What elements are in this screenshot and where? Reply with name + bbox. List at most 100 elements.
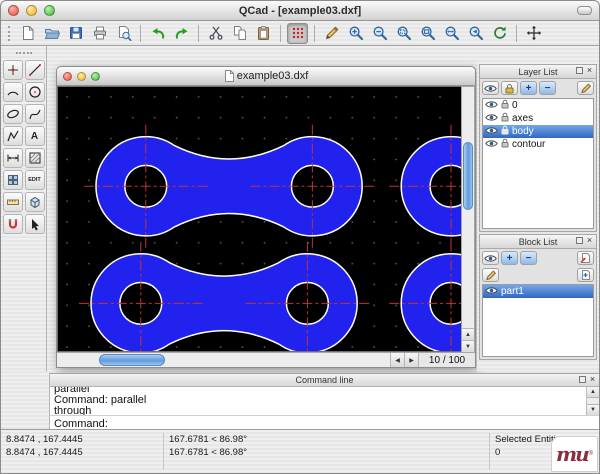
layer-panel-close-button[interactable]: × [585, 66, 594, 75]
layer-row-selected[interactable]: body [483, 125, 593, 138]
scroll-left-button[interactable]: ◀ [391, 353, 405, 367]
block-visibility-button[interactable] [482, 251, 499, 265]
add-block-button[interactable]: + [501, 251, 518, 265]
block-list: part1 [482, 284, 594, 357]
drawing-minimize-button[interactable] [77, 72, 86, 81]
spline-tool-button[interactable] [25, 104, 45, 124]
measure-tool-button[interactable] [3, 192, 23, 212]
edit-block-button[interactable] [482, 268, 499, 282]
zoom-in-button[interactable] [345, 23, 366, 44]
print-button[interactable] [89, 23, 110, 44]
print-preview-button[interactable] [113, 23, 134, 44]
copy-button[interactable] [229, 23, 250, 44]
block-eye-icon[interactable] [485, 286, 498, 298]
zoom-window-button[interactable] [44, 5, 55, 16]
line-icon [28, 63, 42, 77]
layer-row[interactable]: axes [483, 112, 593, 125]
block-tool-button[interactable] [25, 192, 45, 212]
toolbar-drag-handle[interactable] [8, 26, 11, 41]
command-history[interactable]: parallel Command: parallel through ▲ ▼ [50, 387, 599, 416]
zoom-window-button[interactable] [417, 23, 438, 44]
command-scroll-down-button[interactable]: ▼ [587, 404, 599, 415]
layer-panel-float-button[interactable] [576, 67, 583, 74]
drawing-zoom-button[interactable] [91, 72, 100, 81]
create-block-button[interactable] [577, 268, 594, 282]
toolbar-toggle-button[interactable] [577, 6, 592, 15]
polyline-tool-button[interactable] [3, 126, 23, 146]
drawing-window[interactable]: example03.dxf [56, 66, 476, 368]
circle-tool-button[interactable] [25, 82, 45, 102]
vertical-scrollbar-thumb[interactable] [463, 142, 473, 210]
layer-eye-icon[interactable] [485, 139, 498, 151]
move-view-button[interactable] [523, 23, 544, 44]
save-file-button[interactable] [65, 23, 86, 44]
text-tool-button[interactable]: A [25, 126, 45, 146]
remove-layer-button[interactable]: − [539, 81, 556, 95]
redo-button[interactable] [171, 23, 192, 44]
palette-drag-handle[interactable] [16, 52, 32, 55]
new-file-button[interactable] [17, 23, 38, 44]
close-window-button[interactable] [8, 5, 19, 16]
command-panel-float-button[interactable] [579, 376, 586, 383]
window-titlebar[interactable]: QCad - [example03.dxf] [1, 1, 599, 21]
layer-lock-icon[interactable] [501, 138, 509, 151]
select-tool-button[interactable] [25, 214, 45, 234]
hatch-tool-button[interactable] [25, 148, 45, 168]
vertical-scrollbar[interactable]: ▲ ▼ [461, 86, 475, 352]
drawing-window-titlebar[interactable]: example03.dxf [57, 67, 475, 86]
layer-lock-icon[interactable] [501, 125, 509, 138]
layer-lock-icon[interactable] [501, 99, 509, 112]
arc-tool-button[interactable] [3, 82, 23, 102]
drawing-close-button[interactable] [63, 72, 72, 81]
text-tool-icon: A [31, 131, 38, 142]
dimension-tool-button[interactable] [3, 148, 23, 168]
layer-row[interactable]: 0 [483, 99, 593, 112]
drawing-canvas[interactable] [57, 86, 461, 352]
scroll-right-button[interactable]: ▶ [405, 353, 419, 367]
point-tool-button[interactable] [3, 60, 23, 80]
command-line-header[interactable]: Command line × [50, 374, 599, 387]
selected-entities-value: 0 [495, 447, 500, 458]
up-arrow-icon: ▲ [590, 389, 596, 395]
zoom-auto-button[interactable] [393, 23, 414, 44]
block-panel-close-button[interactable]: × [585, 236, 594, 245]
open-file-button[interactable] [41, 23, 62, 44]
paste-button[interactable] [253, 23, 274, 44]
layer-eye-icon[interactable] [485, 126, 498, 138]
layer-lock-icon[interactable] [501, 112, 509, 125]
horizontal-scrollbar[interactable] [57, 353, 391, 367]
command-panel-close-button[interactable]: × [588, 375, 597, 384]
draft-mode-button[interactable] [321, 23, 342, 44]
layer-visibility-button[interactable] [482, 81, 499, 95]
edit-layer-button[interactable] [577, 81, 594, 95]
block-row-selected[interactable]: part1 [483, 285, 593, 298]
layer-eye-icon[interactable] [485, 113, 498, 125]
layer-eye-icon[interactable] [485, 100, 498, 112]
block-list-header[interactable]: Block List × [480, 235, 596, 249]
layer-lock-button[interactable] [501, 81, 518, 95]
layer-row[interactable]: contour [483, 138, 593, 151]
zoom-pan-button[interactable] [441, 23, 462, 44]
undo-button[interactable] [147, 23, 168, 44]
cut-button[interactable] [205, 23, 226, 44]
grid-toggle-button[interactable] [287, 23, 308, 44]
line-tool-button[interactable] [25, 60, 45, 80]
layer-list-header[interactable]: Layer List × [480, 65, 596, 79]
command-scrollbar[interactable]: ▲ ▼ [586, 387, 599, 415]
scroll-up-button[interactable]: ▲ [462, 328, 474, 340]
edit-tool-button[interactable]: EDIT [25, 170, 45, 190]
horizontal-scrollbar-thumb[interactable] [99, 354, 165, 366]
redraw-button[interactable] [489, 23, 510, 44]
zoom-out-button[interactable] [369, 23, 390, 44]
insert-block-button[interactable] [577, 251, 594, 265]
minimize-window-button[interactable] [26, 5, 37, 16]
table-tool-button[interactable] [3, 170, 23, 190]
remove-block-button[interactable]: − [520, 251, 537, 265]
ellipse-tool-button[interactable] [3, 104, 23, 124]
add-layer-button[interactable]: + [520, 81, 537, 95]
zoom-previous-button[interactable] [465, 23, 486, 44]
block-panel-float-button[interactable] [576, 237, 583, 244]
snap-tool-button[interactable] [3, 214, 23, 234]
command-scroll-up-button[interactable]: ▲ [587, 387, 599, 398]
scroll-down-button[interactable]: ▼ [462, 340, 474, 352]
